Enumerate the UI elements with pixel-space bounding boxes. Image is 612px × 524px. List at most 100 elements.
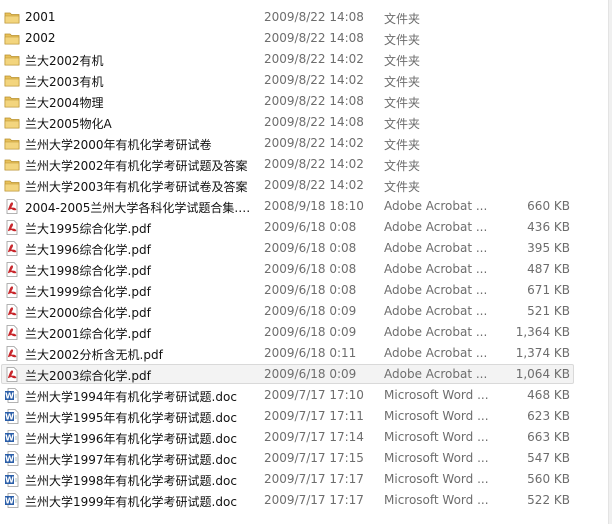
word-doc-icon: W: [4, 493, 20, 508]
file-name: 兰大2004物理: [25, 96, 104, 110]
file-list: 2001 2009/8/22 14:08 文件夹 2002 2009/8/22 14:0…: [0, 0, 612, 524]
folder-icon: [4, 10, 20, 25]
file-size: 663 KB: [527, 430, 570, 444]
file-name: 兰州大学1998年有机化学考研试题.doc: [25, 474, 237, 488]
scrollbar-track[interactable]: [608, 0, 612, 524]
word-doc-icon: W: [4, 430, 20, 445]
file-name: 2004-2005兰州大学各科化学试题合集.p...: [25, 201, 257, 215]
file-date-modified: 2009/8/22 14:02: [264, 157, 364, 171]
file-name: 兰大1998综合化学.pdf: [25, 264, 151, 278]
word-doc-icon: W: [4, 451, 20, 466]
word-doc-icon: W: [4, 409, 20, 424]
file-size: 395 KB: [527, 241, 570, 255]
file-row[interactable]: 兰大1996综合化学.pdf 2009/6/18 0:08 Adobe Acroba…: [0, 238, 612, 259]
file-row[interactable]: 兰大2001综合化学.pdf 2009/6/18 0:09 Adobe Acroba…: [0, 322, 612, 343]
file-date-modified: 2009/7/17 17:14: [264, 430, 364, 444]
file-row[interactable]: 兰大2003有机 2009/8/22 14:02 文件夹: [0, 70, 612, 91]
file-date-modified: 2009/8/22 14:02: [264, 73, 364, 87]
word-doc-icon: W: [4, 472, 20, 487]
file-date-modified: 2008/9/18 18:10: [264, 199, 364, 213]
file-type: Microsoft Word ...: [384, 472, 489, 486]
file-date-modified: 2009/7/17 17:15: [264, 451, 364, 465]
file-name: 兰大2000综合化学.pdf: [25, 306, 151, 320]
file-row[interactable]: 兰大2005物化A 2009/8/22 14:08 文件夹: [0, 112, 612, 133]
file-row[interactable]: 兰州大学2003年有机化学考研试卷及答案 2009/8/22 14:02 文件夹: [0, 175, 612, 196]
file-row[interactable]: 2001 2009/8/22 14:08 文件夹: [0, 7, 612, 28]
folder-icon: [4, 136, 20, 151]
file-date-modified: 2009/6/18 0:09: [264, 367, 357, 381]
file-name: 兰州大学2003年有机化学考研试卷及答案: [25, 180, 248, 194]
file-size: 547 KB: [527, 451, 570, 465]
file-type: Microsoft Word ...: [384, 430, 489, 444]
file-type: Microsoft Word ...: [384, 388, 489, 402]
pdf-icon: [4, 346, 20, 361]
file-name: 兰州大学2000年有机化学考研试卷: [25, 138, 212, 152]
file-row[interactable]: 兰大2003综合化学.pdf 2009/6/18 0:09 Adobe Acroba…: [0, 364, 612, 385]
file-type: Microsoft Word ...: [384, 451, 489, 465]
file-name: 兰大1995综合化学.pdf: [25, 222, 151, 236]
file-date-modified: 2009/6/18 0:09: [264, 304, 357, 318]
file-row[interactable]: 兰大2000综合化学.pdf 2009/6/18 0:09 Adobe Acroba…: [0, 301, 612, 322]
file-name: 兰大2001综合化学.pdf: [25, 327, 151, 341]
file-row[interactable]: W 兰州大学1994年有机化学考研试题.doc 2009/7/17 17:10 Mic…: [0, 385, 612, 406]
file-date-modified: 2009/8/22 14:02: [264, 52, 364, 66]
file-type: Microsoft Word ...: [384, 493, 489, 507]
file-row[interactable]: 兰州大学2002年有机化学考研试题及答案 2009/8/22 14:02 文件夹: [0, 154, 612, 175]
folder-icon: [4, 31, 20, 46]
svg-text:W: W: [5, 413, 14, 422]
word-doc-icon: W: [4, 388, 20, 403]
file-date-modified: 2009/8/22 14:08: [264, 10, 364, 24]
file-row[interactable]: 兰大1995综合化学.pdf 2009/6/18 0:08 Adobe Acroba…: [0, 217, 612, 238]
file-date-modified: 2009/6/18 0:08: [264, 220, 357, 234]
file-size: 521 KB: [527, 304, 570, 318]
file-type: Microsoft Word ...: [384, 409, 489, 423]
file-name: 兰大2003有机: [25, 75, 104, 89]
file-date-modified: 2009/6/18 0:08: [264, 241, 357, 255]
svg-text:W: W: [5, 434, 14, 443]
file-row[interactable]: 兰大2002有机 2009/8/22 14:02 文件夹: [0, 49, 612, 70]
file-row[interactable]: W 兰州大学1998年有机化学考研试题.doc 2009/7/17 17:17 Mic…: [0, 469, 612, 490]
file-date-modified: 2009/8/22 14:02: [264, 136, 364, 150]
file-size: 468 KB: [527, 388, 570, 402]
file-date-modified: 2009/7/17 17:11: [264, 409, 364, 423]
svg-text:W: W: [5, 392, 14, 401]
file-name: 兰州大学1996年有机化学考研试题.doc: [25, 432, 237, 446]
file-row[interactable]: W 兰州大学1995年有机化学考研试题.doc 2009/7/17 17:11 Mic…: [0, 406, 612, 427]
file-name: 兰大2005物化A: [25, 117, 112, 131]
pdf-icon: [4, 262, 20, 277]
file-name: 兰州大学1997年有机化学考研试题.doc: [25, 453, 237, 467]
file-date-modified: 2009/8/22 14:08: [264, 31, 364, 45]
file-date-modified: 2009/8/22 14:02: [264, 178, 364, 192]
file-row[interactable]: W 兰州大学1997年有机化学考研试题.doc 2009/7/17 17:15 Mic…: [0, 448, 612, 469]
file-row[interactable]: 2004-2005兰州大学各科化学试题合集.p... 2008/9/18 18:1…: [0, 196, 612, 217]
file-size: 660 KB: [527, 199, 570, 213]
file-type: Adobe Acrobat ...: [384, 304, 488, 318]
folder-icon: [4, 115, 20, 130]
file-name: 兰州大学1994年有机化学考研试题.doc: [25, 390, 237, 404]
file-type: 文件夹: [384, 54, 421, 68]
file-row[interactable]: 兰大1999综合化学.pdf 2009/6/18 0:08 Adobe Acroba…: [0, 280, 612, 301]
file-date-modified: 2009/6/18 0:11: [264, 346, 357, 360]
file-row[interactable]: 兰州大学2000年有机化学考研试卷 2009/8/22 14:02 文件夹: [0, 133, 612, 154]
file-name: 兰大1999综合化学.pdf: [25, 285, 151, 299]
file-type: Adobe Acrobat ...: [384, 346, 488, 360]
file-type: 文件夹: [384, 96, 421, 110]
folder-icon: [4, 178, 20, 193]
file-name: 2001: [25, 10, 56, 24]
pdf-icon: [4, 325, 20, 340]
file-size: 436 KB: [527, 220, 570, 234]
file-date-modified: 2009/8/22 14:08: [264, 115, 364, 129]
file-row[interactable]: 2002 2009/8/22 14:08 文件夹: [0, 28, 612, 49]
file-row[interactable]: 兰大2002分析含无机.pdf 2009/6/18 0:11 Adobe Acrob…: [0, 343, 612, 364]
file-row[interactable]: 兰大2004物理 2009/8/22 14:08 文件夹: [0, 91, 612, 112]
file-row[interactable]: W 兰州大学1996年有机化学考研试题.doc 2009/7/17 17:14 Mic…: [0, 427, 612, 448]
file-date-modified: 2009/6/18 0:09: [264, 325, 357, 339]
folder-icon: [4, 157, 20, 172]
file-row[interactable]: W 兰州大学1999年有机化学考研试题.doc 2009/7/17 17:17 Mic…: [0, 490, 612, 511]
file-type: Adobe Acrobat ...: [384, 199, 488, 213]
file-size: 522 KB: [527, 493, 570, 507]
file-row[interactable]: 兰大1998综合化学.pdf 2009/6/18 0:08 Adobe Acroba…: [0, 259, 612, 280]
pdf-icon: [4, 367, 20, 382]
file-size: 1,374 KB: [515, 346, 570, 360]
file-type: Adobe Acrobat ...: [384, 367, 488, 381]
